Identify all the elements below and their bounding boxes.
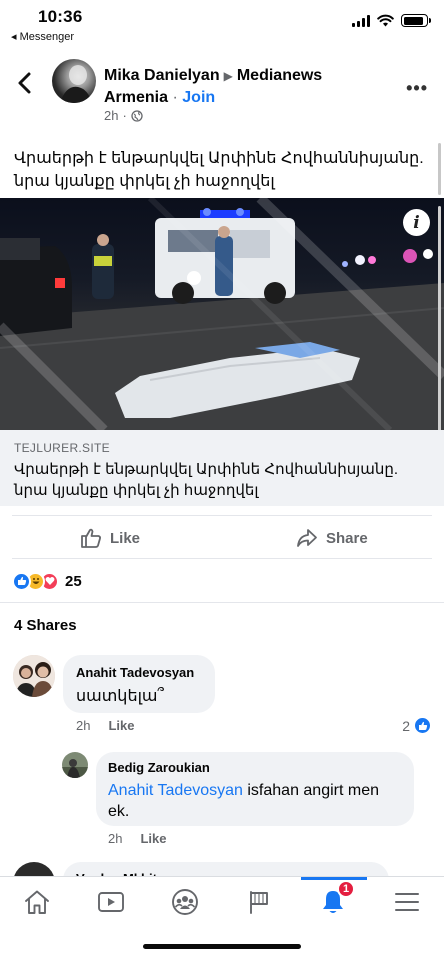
reply-author[interactable]: Bedig Zaroukian [108,760,402,775]
post-header-title: Mika Danielyan ▶ Medianews Armenia · Join [104,67,323,106]
group-name-line2[interactable]: Armenia [104,89,168,106]
watch-video-icon [98,892,124,912]
info-icon[interactable]: i [403,209,430,236]
commenter-avatar[interactable] [13,655,55,697]
reply-bubble[interactable]: Bedig Zaroukian Anahit Tadevosyan isfaha… [96,752,414,826]
home-indicator [143,944,301,949]
comment-time[interactable]: 2h [76,718,90,733]
author-name[interactable]: Mika Danielyan [104,67,220,84]
reaction-count: 25 [65,572,82,590]
shares-count[interactable]: 4 Shares [14,617,77,634]
pages-flag-icon [250,891,268,914]
back-to-messenger-link[interactable]: ◂ Messenger [11,30,74,43]
like-reaction-icon [413,716,432,735]
comment-reaction-count: 2 [402,717,410,734]
comment-author[interactable]: Anahit Tadevosyan [76,665,202,680]
comment-text: սատկելա՞ [76,688,164,705]
tab-menu[interactable] [387,885,427,919]
post-header: Mika Danielyan ▶ Medianews Armenia · Join … [0,48,444,138]
share-button[interactable]: Share [296,516,368,560]
menu-hamburger-icon [395,893,419,911]
tab-home[interactable] [17,885,57,919]
divider [0,602,444,603]
tab-groups[interactable] [165,885,205,919]
more-options-icon[interactable]: ••• [406,78,428,99]
like-label: Like [110,529,141,547]
comment-like-button[interactable]: Like [108,718,134,733]
wifi-icon [377,14,394,27]
join-button[interactable]: Join [182,89,215,106]
reaction-summary[interactable]: 25 [12,570,82,592]
battery-icon [401,14,431,27]
triangle-right-icon: ▶ [223,69,233,83]
like-button[interactable]: Like [80,516,140,560]
tab-watch[interactable] [91,885,131,919]
share-arrow-icon [297,529,317,547]
comment-bubble[interactable]: Anahit Tadevosyan սատկելա՞ [63,655,215,713]
reply-time[interactable]: 2h [108,831,122,846]
post-meta: 2h · [104,108,143,123]
comment-meta: 2h Like [76,718,134,733]
comment-reaction-summary[interactable]: 2 [402,716,432,735]
author-avatar[interactable] [52,59,96,103]
mention-link[interactable]: Anahit Tadevosyan [108,782,243,799]
reply-meta: 2h Like [108,831,166,846]
group-name-line1[interactable]: Medianews [237,67,322,84]
home-icon [25,890,49,914]
status-time: 10:36 [38,7,83,26]
notification-badge: 1 [337,880,355,898]
tab-notifications[interactable]: 1 [313,880,355,919]
groups-icon [172,889,198,915]
link-domain: TEJLURER.SITE [14,441,110,455]
post-action-bar: Like Share [12,515,432,559]
status-icons [352,14,431,27]
link-preview-image[interactable] [0,198,444,430]
share-label: Share [326,529,368,547]
post-text: Վրաերթի է ենթարկվել Արփինե Հովհաննիսյանը… [14,150,424,190]
active-tab-indicator [301,877,367,880]
reply-text: Anahit Tadevosyan isfahan angirt men ek. [108,782,379,820]
like-reaction-icon [12,571,31,591]
tab-pages[interactable] [239,885,279,919]
reply-avatar[interactable] [62,752,88,778]
reply-like-button[interactable]: Like [140,831,166,846]
link-preview-footer[interactable]: TEJLURER.SITE Վրաերթի է ենթարկվել Արփինե… [0,430,444,506]
status-bar: 10:36 ◂ Messenger [0,0,444,48]
post-time[interactable]: 2h [104,108,118,123]
scrollbar [438,143,441,195]
globe-icon [131,109,143,122]
preview-scrollbar [438,206,441,436]
thumbs-up-icon [81,528,101,548]
back-arrow-icon[interactable] [14,70,36,96]
cellular-signal-icon [352,14,370,27]
link-title: Վրաերթի է ենթարկվել Արփինե Հովհաննիսյանը… [14,461,399,499]
